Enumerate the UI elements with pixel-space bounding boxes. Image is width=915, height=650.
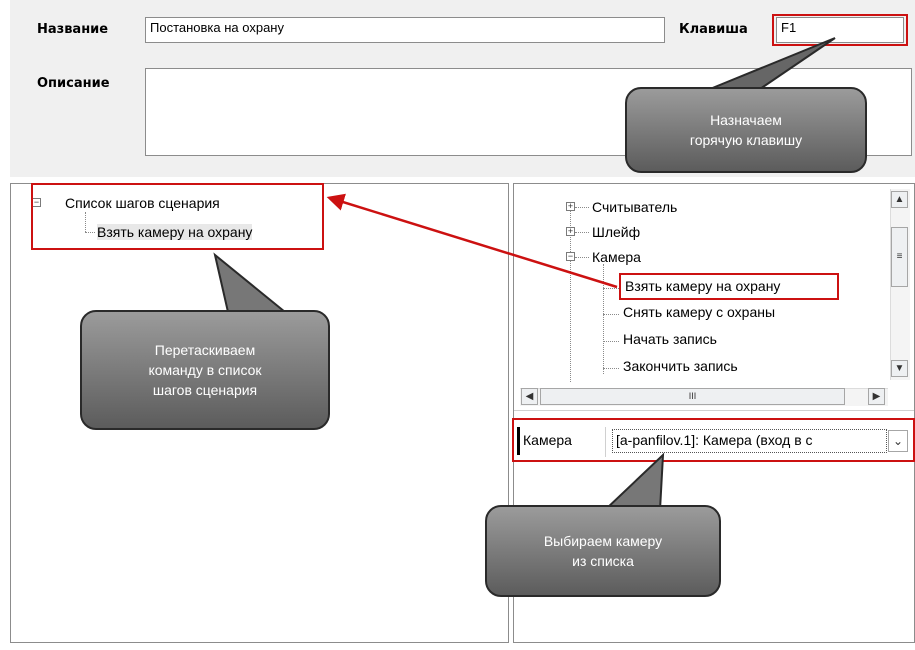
vertical-scroll-thumb[interactable]: ≡: [891, 227, 908, 287]
expand-icon[interactable]: +: [566, 227, 575, 236]
tree-command-stop-record[interactable]: Закончить запись: [623, 358, 738, 374]
camera-callout: Выбираем камеру из списка: [485, 505, 721, 597]
chevron-down-icon[interactable]: ⌄: [888, 430, 908, 452]
horizontal-scroll-thumb[interactable]: III: [540, 388, 845, 405]
drag-callout-text: Перетаскиваем команду в список шагов сце…: [148, 342, 262, 398]
camera-callout-text: Выбираем камеру из списка: [543, 533, 663, 569]
tree-group-reader[interactable]: Считыватель: [592, 199, 677, 215]
tree-command-disarm-camera[interactable]: Снять камеру с охраны: [623, 304, 775, 320]
expand-icon[interactable]: +: [566, 202, 575, 211]
scroll-left-icon[interactable]: ◀: [521, 388, 538, 405]
camera-select[interactable]: [a-panfilov.1]: Камера (вход в с: [612, 429, 887, 453]
hotkey-callout-text: Назначаем горячую клавишу: [689, 112, 803, 148]
tree-command-start-record[interactable]: Начать запись: [623, 331, 717, 347]
steps-tree-root[interactable]: Список шагов сценария: [65, 195, 220, 211]
steps-tree-item[interactable]: Взять камеру на охрану: [97, 224, 253, 240]
name-input[interactable]: Постановка на охрану: [145, 17, 665, 43]
scroll-down-icon[interactable]: ▼: [891, 360, 908, 377]
tree-group-camera[interactable]: Камера: [592, 249, 641, 265]
tree-command-arm-camera[interactable]: Взять камеру на охрану: [625, 278, 780, 294]
tree-group-loop[interactable]: Шлейф: [592, 224, 640, 240]
description-label: Описание: [37, 76, 110, 91]
property-label: Камера: [523, 432, 572, 448]
collapse-icon[interactable]: −: [566, 252, 575, 261]
hotkey-input[interactable]: F1: [776, 17, 904, 43]
hotkey-label: Клавиша: [679, 22, 748, 37]
drag-callout: Перетаскиваем команду в список шагов сце…: [80, 310, 330, 430]
hotkey-callout: Назначаем горячую клавишу: [625, 87, 867, 173]
scroll-up-icon[interactable]: ▲: [891, 191, 908, 208]
scroll-right-icon[interactable]: ▶: [868, 388, 885, 405]
row-indicator: [517, 427, 520, 455]
name-label: Название: [37, 22, 109, 37]
collapse-icon[interactable]: −: [32, 198, 41, 207]
